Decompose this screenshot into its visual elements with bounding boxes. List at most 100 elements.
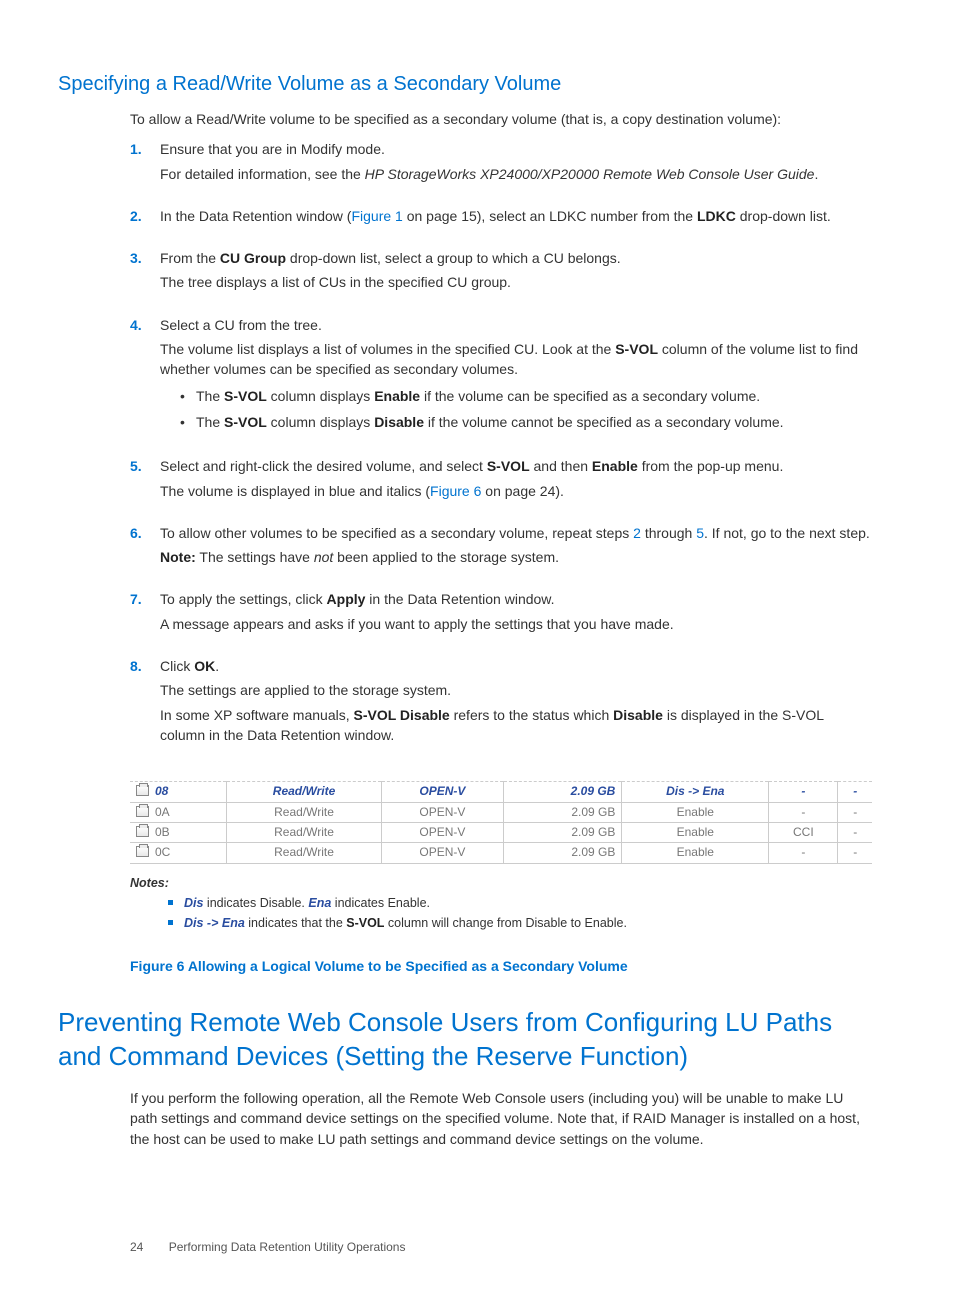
text: indicates Disable. [203,896,308,910]
table-row: 0BRead/WriteOPEN-V2.09 GBEnableCCI- [130,823,872,843]
text-bold: Enable [592,458,638,474]
keyword: Dis -> Ena [184,916,245,930]
intro-paragraph: To allow a Read/Write volume to be speci… [130,109,872,129]
table-cell: - [838,823,872,843]
step-number: 8. [130,656,142,676]
table-cell: - [769,782,838,802]
table-cell: Dis -> Ena [622,782,769,802]
table-cell: 2.09 GB [503,802,622,822]
text: if the volume cannot be specified as a s… [424,414,784,430]
step-3: 3. From the CU Group drop-down list, sel… [130,248,872,311]
text: In the Data Retention window ( [160,208,351,224]
step-7: 7. To apply the settings, click Apply in… [130,589,872,652]
figure-caption: Figure 6 Allowing a Logical Volume to be… [130,956,872,976]
apply-label: Apply [327,591,366,607]
keyword: Dis [184,896,203,910]
table-cell: 08 [130,782,226,802]
section-heading-2: Preventing Remote Web Console Users from… [58,1006,872,1074]
text: from the pop-up menu. [638,458,784,474]
table-cell: Read/Write [226,782,381,802]
step-number: 5. [130,456,142,476]
table-cell: - [838,843,872,863]
procedure-list: 1. Ensure that you are in Modify mode. F… [130,139,872,763]
text: The volume list displays a list of volum… [160,341,615,357]
step-1: 1. Ensure that you are in Modify mode. F… [130,139,872,202]
bullet-item: The S-VOL column displays Disable if the… [180,412,872,432]
step-number: 4. [130,315,142,335]
text: Select and right-click the desired volum… [160,458,487,474]
text-bold: S-VOL [224,388,267,404]
step-number: 2. [130,206,142,226]
text-bold: S-VOL [487,458,530,474]
step-5-link[interactable]: 5 [696,525,704,541]
cu-group-label: CU Group [220,250,286,266]
figure-6-link[interactable]: Figure 6 [430,483,481,499]
text: . If not, go to the next step. [704,525,870,541]
text: on page 15), select an LDKC number from … [403,208,697,224]
table-cell: 2.09 GB [503,823,622,843]
step-2: 2. In the Data Retention window (Figure … [130,206,872,244]
text: . [215,658,219,674]
section-heading: Specifying a Read/Write Volume as a Seco… [58,70,872,99]
text: through [641,525,696,541]
text: From the [160,250,220,266]
step-number: 1. [130,139,142,159]
step-text: The volume list displays a list of volum… [160,339,872,380]
step-4: 4. Select a CU from the tree. The volume… [130,315,872,452]
bullet-list: The S-VOL column displays Enable if the … [180,386,872,433]
text: The [196,414,224,430]
table-cell: CCI [769,823,838,843]
step-note: Note: The settings have not been applied… [160,547,872,567]
table-cell: OPEN-V [382,782,503,802]
step-text: Ensure that you are in Modify mode. [160,139,872,159]
text: The settings have [196,549,314,565]
note-item: Dis -> Ena indicates that the S-VOL colu… [168,914,872,932]
step-number: 7. [130,589,142,609]
table-cell: - [769,843,838,863]
text: drop-down list, select a group to which … [286,250,621,266]
text-italic: not [314,549,333,565]
table-cell: Read/Write [226,802,381,822]
text: To apply the settings, click [160,591,327,607]
volume-icon [136,806,149,817]
table-cell: 0A [130,802,226,822]
note-label: Note: [160,549,196,565]
step-2-link[interactable]: 2 [633,525,641,541]
table-cell: 2.09 GB [503,782,622,802]
step-text: The volume is displayed in blue and ital… [160,481,872,501]
text-bold: Enable [374,388,420,404]
step-6: 6. To allow other volumes to be specifie… [130,523,872,586]
text: been applied to the storage system. [333,549,559,565]
text: and then [530,458,592,474]
table-cell: - [769,802,838,822]
figure-1-link[interactable]: Figure 1 [351,208,402,224]
text: in the Data Retention window. [365,591,554,607]
table-cell: 0B [130,823,226,843]
volume-icon [136,846,149,857]
table-cell: OPEN-V [382,823,503,843]
page-footer: 24 Performing Data Retention Utility Ope… [130,1239,872,1256]
text-bold: Disable [613,707,663,723]
figure-6: 08Read/WriteOPEN-V2.09 GBDis -> Ena--0AR… [130,781,872,932]
table-cell: Read/Write [226,843,381,863]
text: The volume is displayed in blue and ital… [160,483,430,499]
ok-label: OK [194,658,215,674]
text: indicates Enable. [331,896,430,910]
svol-label: S-VOL [615,341,658,357]
table-cell: OPEN-V [382,843,503,863]
step-5: 5. Select and right-click the desired vo… [130,456,872,519]
step-text: From the CU Group drop-down list, select… [160,248,872,268]
step-text: To apply the settings, click Apply in th… [160,589,872,609]
text: column displays [267,414,374,430]
step-text: For detailed information, see the HP Sto… [160,164,872,184]
table-row: 08Read/WriteOPEN-V2.09 GBDis -> Ena-- [130,782,872,802]
table-row: 0CRead/WriteOPEN-V2.09 GBEnable-- [130,843,872,863]
page-number: 24 [130,1240,143,1254]
volume-icon [136,826,149,837]
chapter-title: Performing Data Retention Utility Operat… [169,1240,406,1254]
notes-title: Notes: [130,876,169,890]
table-cell: Enable [622,843,769,863]
text-bold: S-VOL Disable [354,707,450,723]
table-cell: Enable [622,802,769,822]
guide-title: HP StorageWorks XP24000/XP20000 Remote W… [365,166,815,182]
